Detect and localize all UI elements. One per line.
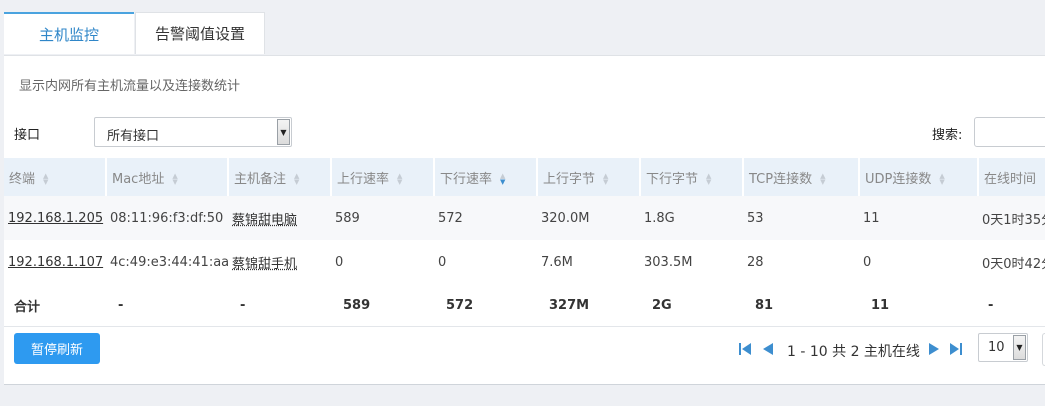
main-panel: 显示内网所有主机流量以及连接数统计 接口 所有接口 ▼ 搜索: 终端 ▲ ▼ Mac…	[4, 55, 1045, 385]
cell-up-bytes: 320.0M	[537, 196, 640, 240]
col-label: Mac地址	[112, 171, 165, 187]
chevron-down-icon[interactable]: ▼	[277, 119, 290, 145]
col-terminal[interactable]: 终端 ▲ ▼	[4, 158, 107, 196]
col-label: 终端	[9, 171, 36, 187]
ip-link[interactable]: 192.168.1.205	[8, 211, 103, 226]
total-tcp: 81	[743, 284, 859, 327]
total-online: -	[978, 284, 1045, 327]
col-label: 上行速率	[337, 171, 390, 187]
page-size-select[interactable]: 10 ▼	[978, 333, 1028, 362]
sort-icon[interactable]: ▲ ▼	[939, 173, 944, 186]
first-page-icon[interactable]	[737, 341, 753, 357]
last-page-icon[interactable]	[948, 341, 964, 357]
col-label: 在线时间	[984, 171, 1037, 187]
table-total-row: 合计 - - 589 572 327M 2G 81 11 -	[4, 284, 1045, 327]
total-label: 合计	[4, 284, 106, 327]
cell-online: 0天0时42分	[982, 256, 1045, 272]
sort-icon[interactable]: ▲ ▼	[172, 173, 177, 186]
col-down-bytes[interactable]: 下行字节 ▲ ▼	[640, 158, 744, 196]
cell-note[interactable]: 蔡锦甜手机	[228, 240, 331, 284]
sort-icon[interactable]: ▲ ▼	[706, 173, 711, 186]
tab-bar: 主机监控 告警阈值设置	[4, 12, 265, 55]
sort-icon[interactable]: ▲ ▼	[603, 173, 608, 186]
pager-info: 1 - 10 共 2 主机在线	[787, 344, 920, 360]
total-mac: -	[106, 284, 228, 327]
cell-online: 0天1时35分	[978, 196, 1045, 240]
col-mac[interactable]: Mac地址 ▲ ▼	[106, 158, 229, 196]
cell-udp: 0	[863, 254, 872, 270]
col-up-bytes[interactable]: 上行字节 ▲ ▼	[537, 158, 641, 196]
cell-tcp: 53	[743, 196, 859, 240]
cell-down-bytes: 1.8G	[640, 196, 743, 240]
col-tcp[interactable]: TCP连接数 ▲ ▼	[743, 158, 860, 196]
col-label: UDP连接数	[865, 171, 932, 187]
cell-up-rate: 589	[331, 196, 434, 240]
total-note: -	[228, 284, 331, 327]
col-online[interactable]: 在线时间	[978, 158, 1045, 196]
page-description: 显示内网所有主机流量以及连接数统计	[19, 79, 241, 94]
cell-mac: 08:11:96:f3:df:50	[106, 196, 228, 240]
tab-host-monitor[interactable]: 主机监控	[4, 12, 134, 54]
cell-down-rate: 572	[434, 196, 537, 240]
sort-icon[interactable]: ▲ ▼	[294, 173, 299, 186]
table-row: 192.168.1.107 4c:49:e3:44:41:aa 蔡锦甜手机 0 …	[4, 240, 1045, 284]
cell-tcp: 28	[747, 254, 764, 270]
cell-ip[interactable]: 192.168.1.107	[4, 240, 106, 284]
col-label: TCP连接数	[749, 171, 813, 187]
col-note[interactable]: 主机备注 ▲ ▼	[228, 158, 332, 196]
total-down-rate: 572	[434, 284, 537, 327]
table-header-row: 终端 ▲ ▼ Mac地址 ▲ ▼ 主机备注 ▲ ▼ 上行速率 ▲ ▼ 下行速率 ▲ ▼ 上行字节 ▲ ▼…	[4, 158, 1045, 196]
host-table: 终端 ▲ ▼ Mac地址 ▲ ▼ 主机备注 ▲ ▼ 上行速率 ▲ ▼ 下行速率 ▲ ▼ 上行字节 ▲ ▼…	[4, 158, 1045, 327]
sort-icon[interactable]: ▲ ▼	[43, 173, 48, 186]
interface-select[interactable]: 所有接口 ▼	[94, 117, 292, 147]
cell-up-rate: 0	[335, 254, 344, 270]
col-up-rate[interactable]: 上行速率 ▲ ▼	[331, 158, 435, 196]
total-udp: 11	[859, 284, 978, 327]
search-label: 搜索:	[932, 128, 963, 143]
cell-udp: 11	[859, 196, 978, 240]
tab-alarm-threshold[interactable]: 告警阈值设置	[135, 12, 265, 54]
total-down-bytes: 2G	[640, 284, 743, 327]
sort-icon[interactable]: ▲ ▼	[820, 173, 825, 186]
col-label: 主机备注	[234, 171, 287, 187]
col-label: 下行速率	[440, 171, 493, 187]
host-note[interactable]: 蔡锦甜电脑	[232, 213, 297, 228]
search-input[interactable]	[974, 117, 1045, 147]
pause-refresh-button[interactable]: 暂停刷新	[14, 333, 100, 364]
col-down-rate[interactable]: 下行速率 ▲ ▼	[434, 158, 538, 196]
sort-desc-icon[interactable]: ▲ ▼	[500, 173, 505, 186]
total-up-rate: 589	[331, 284, 434, 327]
cell-ip[interactable]: 192.168.1.205	[4, 196, 106, 240]
prev-page-icon[interactable]	[760, 341, 776, 357]
next-page-icon[interactable]	[926, 341, 942, 357]
col-label: 下行字节	[646, 171, 699, 187]
ip-link[interactable]: 192.168.1.107	[8, 255, 103, 270]
cell-down-bytes: 303.5M	[644, 254, 693, 270]
cell-note[interactable]: 蔡锦甜电脑	[228, 196, 331, 240]
sort-icon[interactable]: ▲ ▼	[397, 173, 402, 186]
cell-down-rate: 0	[438, 254, 447, 270]
chevron-down-icon[interactable]: ▼	[1013, 335, 1026, 360]
col-label: 上行字节	[543, 171, 596, 187]
interface-label: 接口	[14, 128, 41, 143]
page-size-value: 10	[988, 340, 1005, 355]
interface-select-value: 所有接口	[107, 129, 160, 144]
table-row: 192.168.1.205 08:11:96:f3:df:50 蔡锦甜电脑 58…	[4, 196, 1045, 240]
total-up-bytes: 327M	[537, 284, 640, 327]
cell-up-bytes: 7.6M	[541, 254, 573, 270]
col-udp[interactable]: UDP连接数 ▲ ▼	[859, 158, 979, 196]
cell-mac: 4c:49:e3:44:41:aa	[110, 254, 228, 270]
host-note[interactable]: 蔡锦甜手机	[232, 257, 297, 272]
